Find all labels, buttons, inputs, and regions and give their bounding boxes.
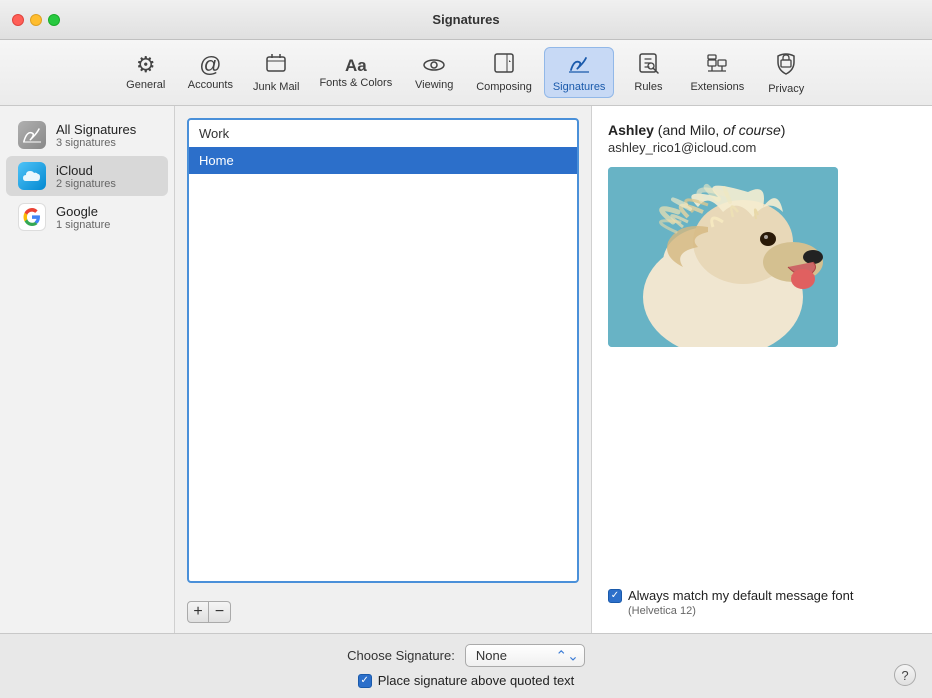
toolbar-item-viewing[interactable]: Viewing — [404, 50, 464, 95]
place-signature-row: ✓ Place signature above quoted text — [358, 673, 575, 688]
choose-signature-select[interactable]: None Work Home Random — [465, 644, 585, 667]
composing-icon — [493, 52, 515, 78]
viewing-icon — [422, 54, 446, 76]
accounts-icon: @ — [199, 54, 221, 76]
signatures-label: Signatures — [553, 81, 606, 93]
icloud-text: iCloud 2 signatures — [56, 163, 116, 190]
rules-icon — [637, 52, 659, 78]
signatures-list-container: Work Home — [175, 106, 591, 595]
toolbar-item-privacy[interactable]: Privacy — [756, 46, 816, 99]
toolbar: ⚙ General @ Accounts Junk Mail Aa Fonts … — [0, 40, 932, 106]
signature-item-work[interactable]: Work — [189, 120, 577, 147]
google-text: Google 1 signature — [56, 204, 110, 231]
place-sig-label: Place signature above quoted text — [378, 673, 575, 688]
privacy-label: Privacy — [768, 83, 804, 95]
match-font-area: ✓ Always match my default message font (… — [608, 578, 916, 617]
sidebar-item-all-signatures[interactable]: All Signatures 3 signatures — [6, 115, 168, 155]
junk-mail-icon — [265, 52, 287, 78]
bottom-bar: Choose Signature: None Work Home Random … — [0, 634, 932, 698]
list-toolbar: + − — [175, 595, 591, 633]
choose-signature-select-wrapper: None Work Home Random ⌃⌄ — [465, 644, 585, 667]
accounts-label: Accounts — [188, 79, 233, 91]
fonts-colors-label: Fonts & Colors — [319, 77, 392, 89]
rules-label: Rules — [634, 81, 662, 93]
sig-preview-image — [608, 167, 838, 347]
toolbar-item-fonts-colors[interactable]: Aa Fonts & Colors — [311, 53, 400, 93]
icloud-name: iCloud — [56, 163, 116, 178]
place-sig-checkbox[interactable]: ✓ — [358, 674, 372, 688]
sig-preview-email: ashley_rico1@icloud.com — [608, 140, 916, 155]
sidebar: All Signatures 3 signatures iCloud 2 sig… — [0, 106, 175, 633]
titlebar: Signatures — [0, 0, 932, 40]
match-font-row: ✓ Always match my default message font — [608, 588, 853, 603]
icloud-count: 2 signatures — [56, 178, 116, 190]
choose-signature-row: Choose Signature: None Work Home Random … — [347, 644, 585, 667]
toolbar-item-composing[interactable]: Composing — [468, 48, 540, 97]
traffic-lights — [12, 14, 60, 26]
font-hint: (Helvetica 12) — [628, 605, 696, 617]
remove-signature-button[interactable]: − — [209, 601, 231, 623]
minimize-button[interactable] — [30, 14, 42, 26]
signatures-icon — [566, 52, 592, 78]
choose-signature-label: Choose Signature: — [347, 648, 455, 663]
junk-mail-label: Junk Mail — [253, 81, 299, 93]
close-button[interactable] — [12, 14, 24, 26]
right-pane: Ashley (and Milo, of course) ashley_rico… — [592, 106, 932, 633]
composing-label: Composing — [476, 81, 532, 93]
help-button[interactable]: ? — [894, 664, 916, 686]
all-signatures-icon — [18, 121, 46, 149]
all-signatures-text: All Signatures 3 signatures — [56, 122, 136, 149]
toolbar-item-accounts[interactable]: @ Accounts — [180, 50, 241, 95]
google-count: 1 signature — [56, 219, 110, 231]
main-content: All Signatures 3 signatures iCloud 2 sig… — [0, 106, 932, 633]
privacy-icon — [775, 50, 797, 80]
toolbar-item-junk-mail[interactable]: Junk Mail — [245, 48, 307, 97]
viewing-label: Viewing — [415, 79, 453, 91]
all-signatures-name: All Signatures — [56, 122, 136, 137]
window-title: Signatures — [432, 12, 499, 27]
signatures-list: Work Home — [187, 118, 579, 583]
sig-preview-name: Ashley (and Milo, of course) — [608, 122, 916, 138]
sig-name-bold: Ashley — [608, 122, 654, 138]
extensions-label: Extensions — [690, 81, 744, 93]
toolbar-item-general[interactable]: ⚙ General — [116, 50, 176, 95]
extensions-icon — [705, 52, 729, 78]
toolbar-item-rules[interactable]: Rules — [618, 48, 678, 97]
sidebar-item-icloud[interactable]: iCloud 2 signatures — [6, 156, 168, 196]
sidebar-item-google[interactable]: Google 1 signature — [6, 197, 168, 237]
google-name: Google — [56, 204, 110, 219]
add-signature-button[interactable]: + — [187, 601, 209, 623]
toolbar-item-signatures[interactable]: Signatures — [544, 47, 615, 98]
signature-item-home[interactable]: Home — [189, 147, 577, 174]
all-signatures-count: 3 signatures — [56, 137, 136, 149]
icloud-icon — [18, 162, 46, 190]
maximize-button[interactable] — [48, 14, 60, 26]
google-icon — [18, 203, 46, 231]
bottom-bar-wrapper: Choose Signature: None Work Home Random … — [0, 633, 932, 698]
match-font-checkbox[interactable]: ✓ — [608, 589, 622, 603]
sig-name-italic: of course — [723, 122, 781, 138]
center-pane: Work Home + − — [175, 106, 592, 633]
match-font-label: Always match my default message font — [628, 588, 853, 603]
general-icon: ⚙ — [136, 54, 156, 76]
fonts-colors-icon: Aa — [345, 57, 367, 74]
toolbar-item-extensions[interactable]: Extensions — [682, 48, 752, 97]
general-label: General — [126, 79, 165, 91]
